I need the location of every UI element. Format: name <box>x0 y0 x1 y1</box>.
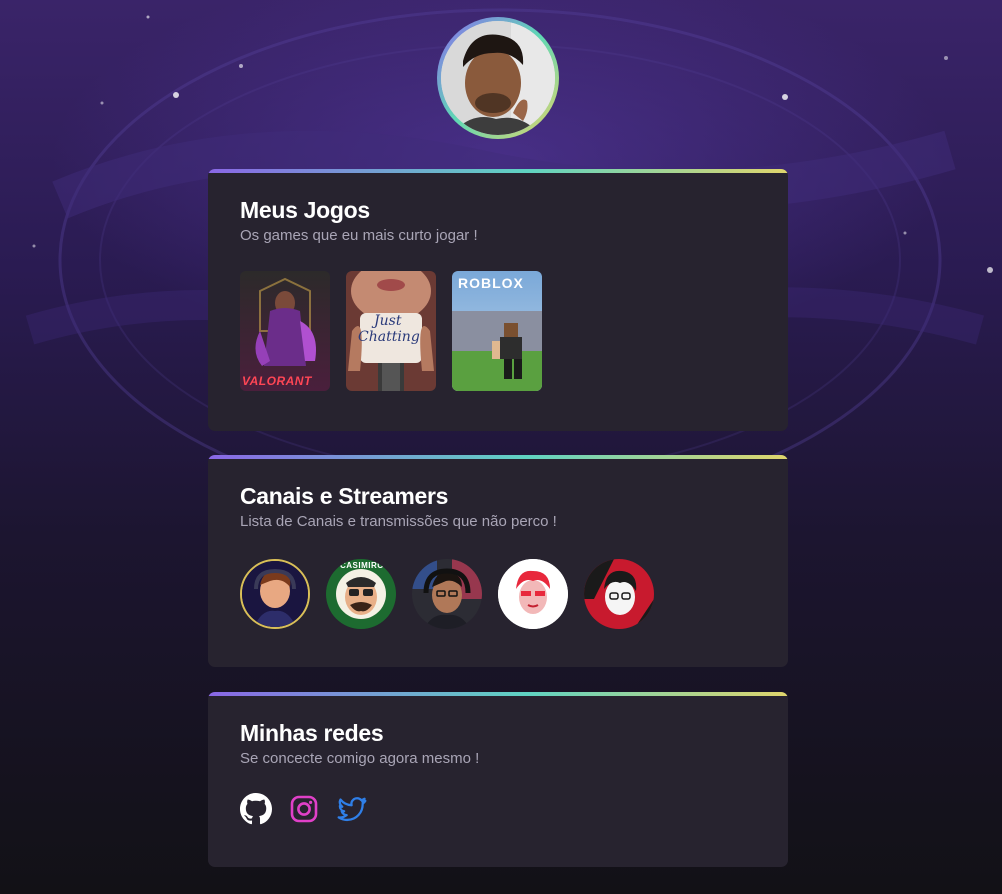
casimiro-text: CASIMIRO <box>340 561 384 570</box>
just-chatting-label-2: Chatting <box>358 329 420 345</box>
social-subtitle: Se concecte comigo agora mesmo ! <box>240 750 480 767</box>
avatar <box>441 21 555 135</box>
profile-avatar <box>437 17 559 139</box>
social-card: Minhas redes Se concecte comigo agora me… <box>208 692 788 867</box>
streamer-avatar-casimiro[interactable]: CASIMIRO <box>326 559 396 629</box>
valorant-label: VALORANT <box>242 374 312 388</box>
streamer-avatar-1[interactable] <box>240 559 310 629</box>
channels-card: Canais e Streamers Lista de Canais e tra… <box>208 455 788 667</box>
streamer-avatar-4[interactable] <box>498 559 568 629</box>
streamer-avatar-5[interactable] <box>584 559 654 629</box>
game-roblox[interactable]: ROBLOX <box>452 271 542 391</box>
social-title: Minhas redes <box>240 720 384 746</box>
game-just-chatting[interactable]: Just Chatting <box>346 271 436 391</box>
games-card: Meus Jogos Os games que eu mais curto jo… <box>208 169 788 431</box>
roblox-label: ROBLOX <box>458 275 524 291</box>
github-icon[interactable] <box>240 793 272 825</box>
streamer-avatar-3[interactable] <box>412 559 482 629</box>
twitter-icon[interactable] <box>336 793 368 825</box>
games-title: Meus Jogos <box>240 197 370 223</box>
channels-subtitle: Lista de Canais e transmissões que não p… <box>240 513 557 530</box>
channels-title: Canais e Streamers <box>240 483 449 509</box>
instagram-icon[interactable] <box>288 793 320 825</box>
game-valorant[interactable]: VALORANT <box>240 271 330 391</box>
just-chatting-label-1: Just <box>374 313 402 329</box>
games-subtitle: Os games que eu mais curto jogar ! <box>240 227 478 244</box>
